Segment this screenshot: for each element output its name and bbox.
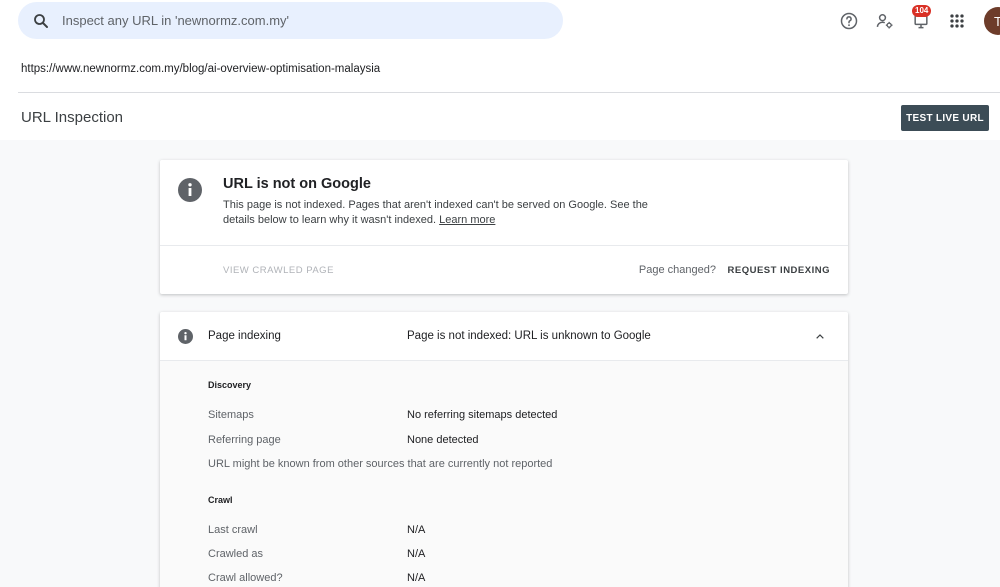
top-bar: 104 T: [0, 0, 1000, 44]
info-icon: [178, 178, 202, 202]
index-status-card: URL is not on Google This page is not in…: [160, 160, 848, 294]
apps-grid-icon: [950, 14, 964, 28]
notification-badge: 104: [912, 5, 932, 17]
crawl-allowed-label: Crawl allowed?: [208, 572, 283, 584]
learn-more-link[interactable]: Learn more: [439, 214, 495, 226]
help-button[interactable]: [836, 8, 862, 34]
discovery-heading: Discovery: [208, 380, 252, 390]
sitemaps-value: No referring sitemaps detected: [407, 409, 558, 421]
person-gear-icon: [876, 14, 893, 29]
status-description: This page is not indexed. Pages that are…: [223, 198, 673, 228]
account-settings-button[interactable]: [872, 8, 898, 34]
divider: [18, 92, 1000, 93]
info-icon: [178, 329, 193, 344]
page-indexing-details: Discovery Sitemaps No referring sitemaps…: [160, 361, 848, 587]
inspected-url: https://www.newnormz.com.my/blog/ai-over…: [21, 63, 381, 75]
status-title: URL is not on Google: [223, 176, 371, 192]
help-icon: [840, 12, 858, 30]
search-input[interactable]: [62, 13, 542, 28]
page-indexing-status: Page is not indexed: URL is unknown to G…: [407, 330, 651, 342]
chevron-up-icon[interactable]: [812, 329, 828, 345]
last-crawl-value: N/A: [407, 524, 426, 536]
page-title: URL Inspection: [21, 109, 123, 126]
avatar[interactable]: T: [984, 7, 1000, 35]
crawl-heading: Crawl: [208, 495, 233, 505]
page-indexing-label: Page indexing: [208, 330, 281, 342]
notifications-button[interactable]: 104: [908, 5, 934, 34]
crawl-allowed-value: N/A: [407, 572, 426, 584]
discovery-note: URL might be known from other sources th…: [208, 458, 553, 470]
search-icon: [34, 13, 48, 28]
page-indexing-header[interactable]: Page indexing Page is not indexed: URL i…: [160, 312, 848, 361]
view-crawled-page-button[interactable]: VIEW CRAWLED PAGE: [223, 265, 334, 276]
sitemaps-label: Sitemaps: [208, 409, 254, 421]
request-indexing-button[interactable]: REQUEST INDEXING: [728, 265, 831, 276]
status-description-text: This page is not indexed. Pages that are…: [223, 199, 648, 226]
page-indexing-card: Page indexing Page is not indexed: URL i…: [160, 312, 848, 587]
card-divider: [160, 245, 848, 246]
referring-page-value: None detected: [407, 434, 479, 446]
crawled-as-value: N/A: [407, 548, 426, 560]
apps-button[interactable]: [944, 8, 970, 34]
page-changed-label: Page changed?: [638, 264, 716, 276]
crawled-as-label: Crawled as: [208, 548, 264, 560]
last-crawl-label: Last crawl: [208, 524, 258, 536]
url-inspect-search[interactable]: [18, 2, 563, 39]
test-live-url-button[interactable]: TEST LIVE URL: [901, 105, 989, 131]
referring-page-label: Referring page: [208, 434, 281, 446]
